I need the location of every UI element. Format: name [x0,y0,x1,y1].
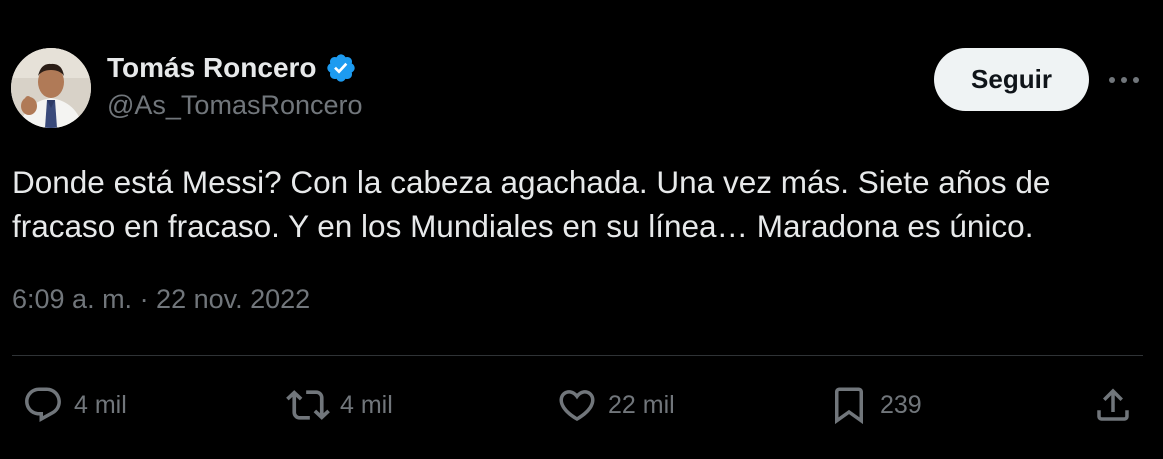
retweet-count: 4 mil [340,390,393,419]
follow-button[interactable]: Seguir [934,48,1089,111]
more-options-button[interactable] [1104,62,1144,98]
tweet-timestamp[interactable]: 6:09 a. m. · 22 nov. 2022 [12,284,310,315]
avatar[interactable] [11,48,91,128]
author-handle[interactable]: @As_TomasRoncero [107,90,363,121]
share-icon [1092,384,1134,426]
heart-icon [556,384,598,426]
retweet-button[interactable]: 4 mil [286,382,393,428]
like-button[interactable]: 22 mil [556,382,675,428]
reply-icon [22,384,64,426]
like-count: 22 mil [608,390,675,419]
more-horizontal-icon [1109,77,1139,83]
bookmark-count: 239 [880,390,922,419]
bookmark-icon [828,384,870,426]
retweet-icon [286,383,330,427]
reply-button[interactable]: 4 mil [22,382,127,428]
verified-badge-icon [325,52,357,84]
divider [12,355,1143,356]
avatar-photo [11,48,91,128]
bookmark-button[interactable]: 239 [828,382,922,428]
reply-count: 4 mil [74,390,127,419]
author-name-row: Tomás Roncero [107,50,357,86]
author-display-name[interactable]: Tomás Roncero [107,52,317,84]
tweet-text: Donde está Messi? Con la cabeza agachada… [12,164,1051,244]
tweet: Tomás Roncero @As_TomasRoncero Seguir Do… [0,0,1163,459]
share-button[interactable] [1092,382,1134,428]
